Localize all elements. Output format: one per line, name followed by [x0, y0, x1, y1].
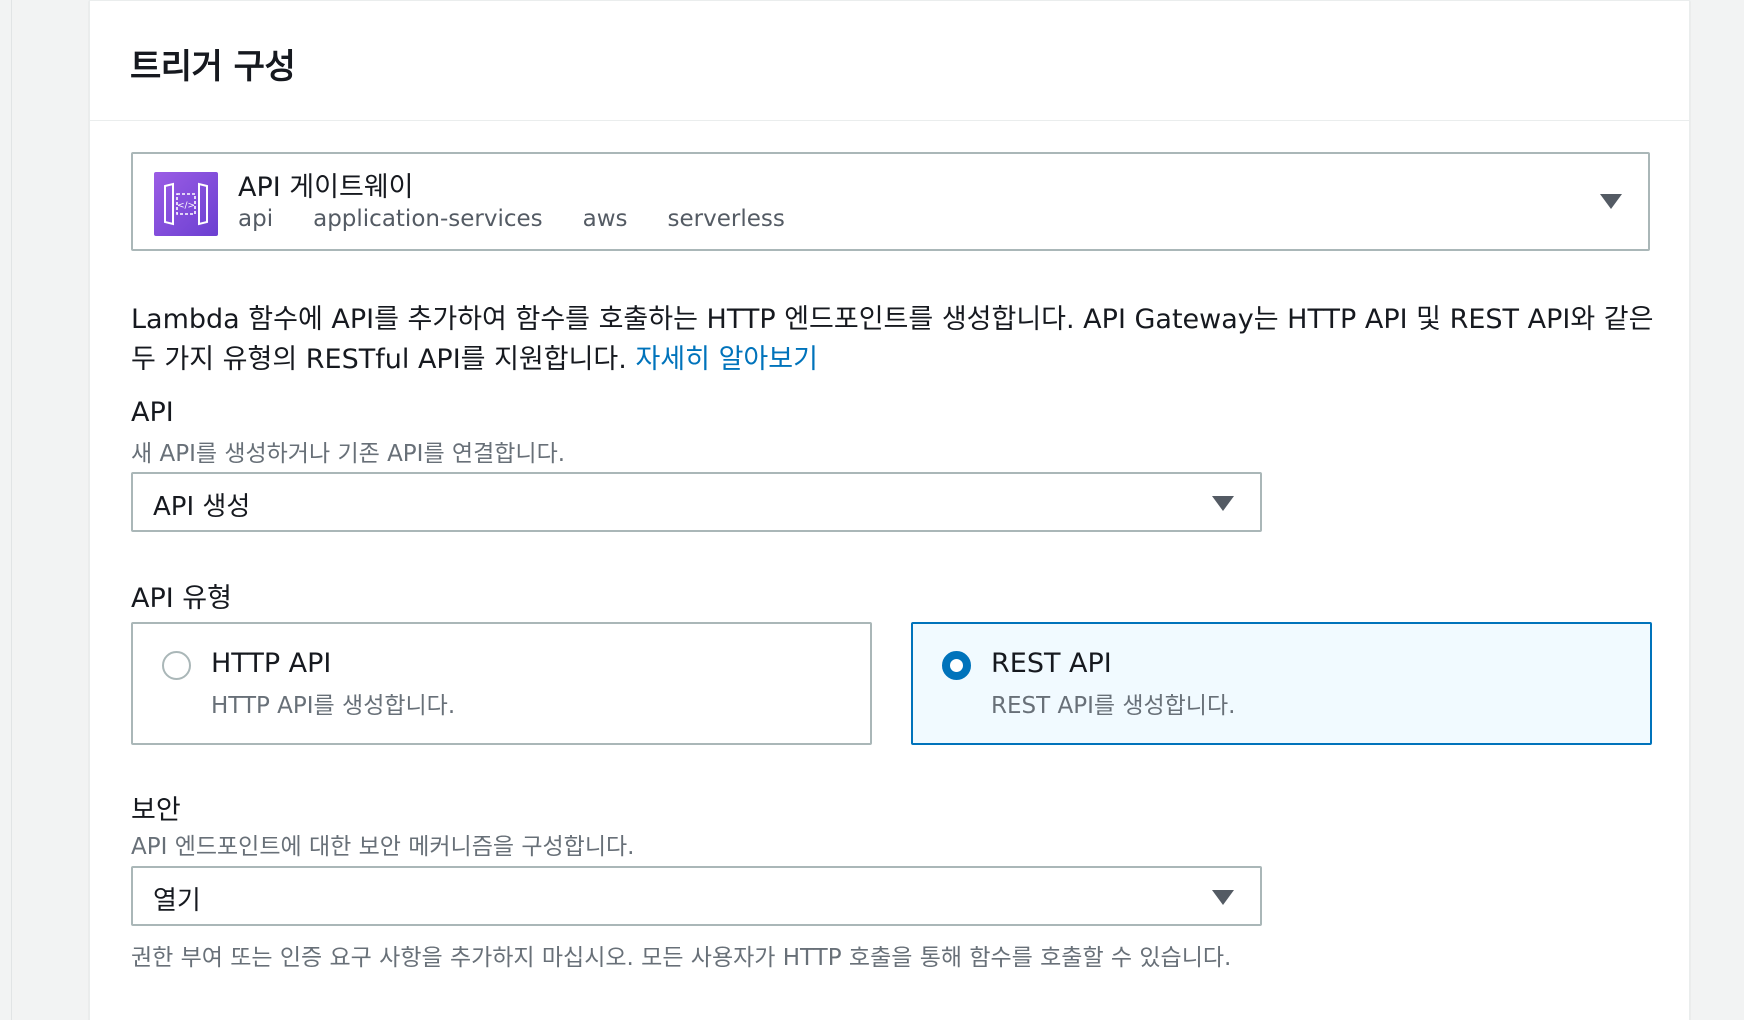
description-text: Lambda 함수에 API를 추가하여 함수를 호출하는 HTTP 엔드포인트…	[131, 304, 1654, 375]
radio-card-http-api[interactable]: HTTP API HTTP API를 생성합니다.	[131, 622, 872, 745]
tag-label: serverless	[667, 206, 785, 232]
radio-button-selected[interactable]	[942, 651, 971, 680]
svg-text:</>: </>	[177, 201, 195, 211]
api-select[interactable]: API 생성	[131, 472, 1262, 532]
service-tags: api application-services aws serverless	[238, 206, 825, 232]
api-field-description: 새 API를 생성하거나 기존 API를 연결합니다.	[131, 441, 566, 467]
caret-down-icon	[1600, 194, 1622, 209]
security-label: 보안	[131, 795, 181, 826]
security-select-value: 열기	[153, 886, 201, 916]
security-description: API 엔드포인트에 대한 보안 메커니즘을 구성합니다.	[131, 834, 635, 860]
security-select[interactable]: 열기	[131, 866, 1262, 926]
api-gateway-icon: </>	[154, 172, 218, 236]
radio-description: HTTP API를 생성합니다.	[211, 693, 456, 719]
tag-label: api	[238, 206, 274, 232]
panel-title: 트리거 구성	[130, 47, 296, 87]
api-field-label: API	[131, 397, 174, 428]
radio-description: REST API를 생성합니다.	[991, 693, 1236, 719]
tag-label: aws	[582, 206, 628, 232]
left-edge-divider	[0, 0, 12, 1020]
radio-card-rest-api[interactable]: REST API REST API를 생성합니다.	[911, 622, 1652, 745]
trigger-description: Lambda 함수에 API를 추가하여 함수를 호출하는 HTTP 엔드포인트…	[131, 300, 1661, 380]
api-select-value: API 생성	[153, 492, 251, 522]
api-type-label: API 유형	[131, 583, 232, 614]
trigger-config-panel: 트리거 구성 </> API 게이트웨이 api application-ser…	[89, 0, 1690, 1020]
radio-title: HTTP API	[211, 648, 332, 679]
caret-down-icon	[1212, 890, 1234, 905]
tag-label: application-services	[313, 206, 543, 232]
radio-button[interactable]	[162, 651, 191, 680]
service-name: API 게이트웨이	[238, 172, 414, 203]
trigger-source-select[interactable]: </> API 게이트웨이 api application-services a…	[131, 152, 1650, 251]
radio-title: REST API	[991, 648, 1112, 679]
learn-more-link[interactable]: 자세히 알아보기	[635, 344, 817, 375]
panel-header: 트리거 구성	[90, 0, 1689, 121]
caret-down-icon	[1212, 496, 1234, 511]
security-constraint-text: 권한 부여 또는 인증 요구 사항을 추가하지 마십시오. 모든 사용자가 HT…	[131, 945, 1232, 971]
